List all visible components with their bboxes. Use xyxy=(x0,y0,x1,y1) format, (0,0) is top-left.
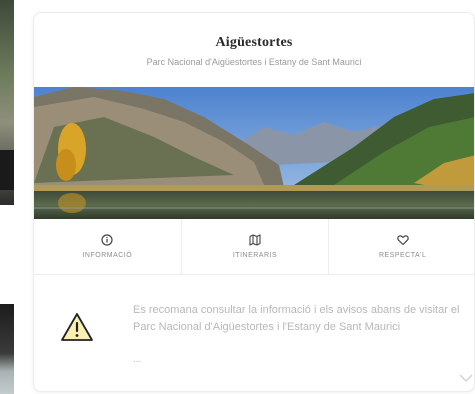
card-title: Aigüestortes xyxy=(215,35,293,50)
chevron-down-icon[interactable] xyxy=(459,373,473,383)
park-card: Aigüestortes Parc Nacional d'Aigüestorte… xyxy=(33,12,475,392)
tab-label: RESPECTA'L xyxy=(378,252,427,259)
card-subtitle: Parc Nacional d'Aigüestortes i Estany de… xyxy=(146,57,362,67)
notice-panel: Es recomana consultar la informació i el… xyxy=(34,275,474,391)
tab-informacio[interactable]: INFORMACIÓ xyxy=(34,219,182,274)
tab-itineraris[interactable]: ITINERARIS xyxy=(182,219,330,274)
notice-ellipsis: ... xyxy=(133,354,142,365)
info-icon xyxy=(101,234,113,246)
heart-icon xyxy=(396,235,409,246)
background-card-image xyxy=(0,0,14,205)
tab-label: INFORMACIÓ xyxy=(82,252,133,259)
section-tabs: INFORMACIÓ ITINERARIS RESPECTA'L xyxy=(34,219,474,275)
notice-text: Es recomana consultar la informació i el… xyxy=(133,304,460,333)
tab-respectal[interactable]: RESPECTA'L xyxy=(329,219,474,274)
map-icon xyxy=(249,234,261,246)
warning-icon xyxy=(61,313,93,341)
background-card-image xyxy=(0,304,14,394)
tab-label: ITINERARIS xyxy=(232,252,278,259)
park-photo xyxy=(34,87,474,219)
